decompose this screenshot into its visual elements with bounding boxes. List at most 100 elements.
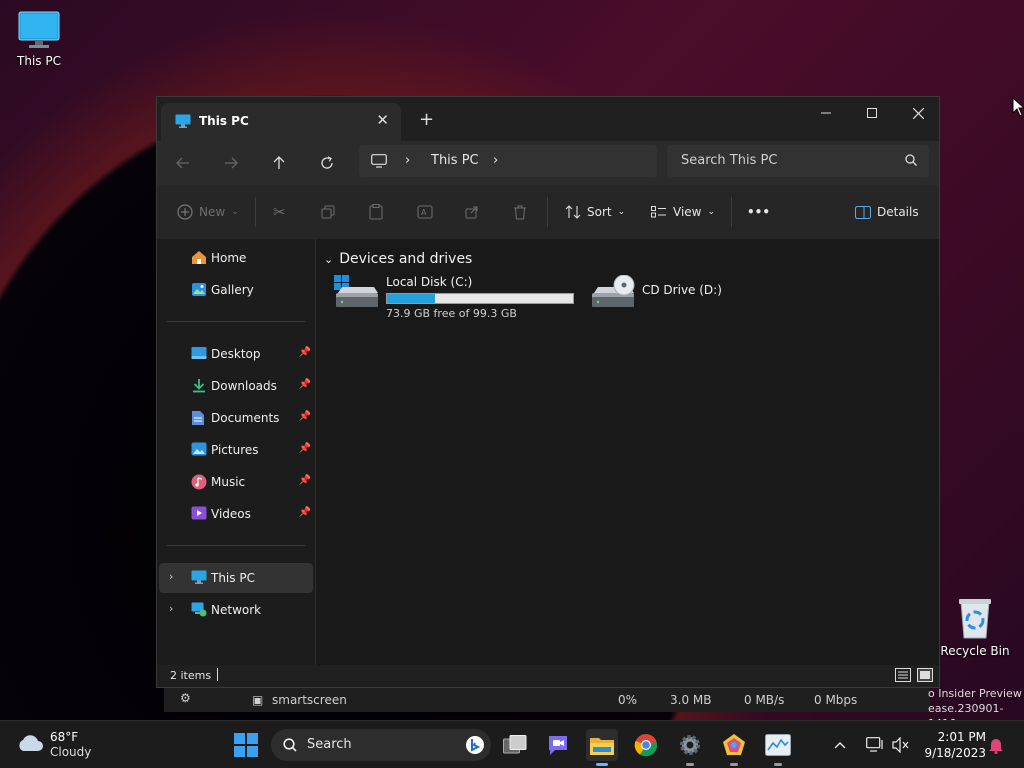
file-explorer-taskbar-button[interactable] bbox=[586, 729, 618, 761]
breadcrumb-this-pc[interactable]: This PC bbox=[431, 153, 479, 168]
title-bar[interactable]: This PC ✕ + bbox=[157, 97, 939, 141]
chevron-right-icon[interactable]: › bbox=[169, 602, 173, 615]
pin-icon[interactable]: 📌 bbox=[299, 379, 311, 390]
close-button[interactable] bbox=[895, 97, 941, 129]
drive-item-d[interactable]: CD Drive (D:) bbox=[590, 275, 730, 319]
address-bar[interactable]: › This PC › bbox=[359, 145, 657, 177]
tab-label: This PC bbox=[199, 114, 249, 128]
chevron-right-icon[interactable]: › bbox=[169, 570, 173, 583]
show-hidden-icons-button[interactable] bbox=[828, 729, 852, 761]
details-view-icon[interactable] bbox=[895, 668, 911, 682]
sidebar-item-music[interactable]: Music 📌 bbox=[159, 467, 313, 497]
drive-usage-bar bbox=[386, 293, 574, 304]
chrome-button[interactable] bbox=[630, 729, 662, 761]
search-label: Search bbox=[307, 737, 352, 752]
pin-icon[interactable]: 📌 bbox=[299, 411, 311, 422]
cut-button[interactable]: ✂ bbox=[273, 200, 286, 224]
separator bbox=[547, 197, 548, 227]
sidebar-item-videos[interactable]: Videos 📌 bbox=[159, 499, 313, 529]
rename-button[interactable]: A bbox=[417, 200, 433, 224]
details-pane-icon bbox=[855, 205, 871, 219]
task-name: smartscreen bbox=[272, 693, 347, 707]
arrow-up-icon bbox=[273, 156, 285, 169]
tab-close-icon[interactable]: ✕ bbox=[376, 111, 389, 129]
back-button[interactable] bbox=[169, 151, 197, 175]
refresh-icon bbox=[321, 156, 333, 169]
separator bbox=[731, 197, 732, 227]
details-button[interactable]: Details bbox=[855, 200, 919, 224]
settings-button[interactable] bbox=[674, 729, 706, 761]
teams-chat-button[interactable] bbox=[542, 729, 574, 761]
sidebar-item-label: Pictures bbox=[211, 443, 259, 457]
new-button[interactable]: New ⌄ bbox=[177, 200, 239, 224]
forward-button[interactable] bbox=[217, 151, 245, 175]
task-cpu: 0% bbox=[618, 693, 638, 707]
task-icon: ▣ bbox=[252, 693, 264, 707]
task-manager-button[interactable] bbox=[762, 729, 794, 761]
network-status-button[interactable] bbox=[862, 729, 888, 761]
paste-button[interactable] bbox=[369, 200, 383, 224]
sidebar-item-pictures[interactable]: Pictures 📌 bbox=[159, 435, 313, 465]
monitor-outline-icon bbox=[371, 154, 387, 168]
sidebar-item-documents[interactable]: Documents 📌 bbox=[159, 403, 313, 433]
sidebar-item-home[interactable]: Home bbox=[159, 243, 313, 273]
view-list-icon bbox=[651, 206, 666, 218]
desktop-this-pc-icon[interactable]: This PC bbox=[1, 10, 77, 68]
tiles-view-icon[interactable] bbox=[917, 668, 933, 682]
drive-item-c[interactable]: Local Disk (C:) 73.9 GB free of 99.3 GB bbox=[334, 275, 584, 320]
new-tab-button[interactable]: + bbox=[419, 109, 434, 130]
status-bar: 2 items bbox=[157, 665, 939, 687]
taskbar-search[interactable]: Search bbox=[271, 729, 491, 761]
file-explorer-window: This PC ✕ + › This PC › Search This PC N… bbox=[156, 96, 940, 688]
delete-button[interactable] bbox=[513, 200, 527, 224]
pin-icon[interactable]: 📌 bbox=[299, 443, 311, 454]
chevron-right-icon[interactable]: › bbox=[493, 153, 498, 168]
maximize-button[interactable] bbox=[849, 97, 895, 129]
view-button[interactable]: View ⌄ bbox=[651, 200, 715, 224]
pin-icon[interactable]: 📌 bbox=[299, 475, 311, 486]
details-label: Details bbox=[877, 205, 919, 219]
sidebar-item-this-pc[interactable]: › This PC bbox=[159, 563, 313, 593]
task-view-button[interactable] bbox=[499, 729, 531, 761]
volume-muted-icon bbox=[892, 737, 909, 753]
pin-icon[interactable]: 📌 bbox=[299, 347, 311, 358]
desktop-recycle-bin-icon[interactable]: Recycle Bin bbox=[937, 596, 1013, 658]
sidebar-item-label: Home bbox=[211, 251, 247, 265]
plus-circle-icon bbox=[177, 204, 193, 220]
minimize-button[interactable] bbox=[803, 97, 849, 129]
task-network: 0 Mbps bbox=[814, 693, 858, 707]
search-icon bbox=[283, 738, 297, 752]
system-clock[interactable]: 2:01 PM 9/18/2023 bbox=[920, 729, 986, 761]
insider-line1: o Insider Preview bbox=[928, 687, 1022, 700]
more-options-button[interactable]: ••• bbox=[747, 200, 770, 224]
navigation-bar: › This PC › bbox=[157, 141, 939, 185]
home-icon bbox=[192, 251, 206, 264]
start-button[interactable] bbox=[230, 729, 262, 761]
sidebar-item-desktop[interactable]: Desktop 📌 bbox=[159, 339, 313, 369]
item-count: 2 items bbox=[170, 669, 212, 682]
sidebar-item-downloads[interactable]: Downloads 📌 bbox=[159, 371, 313, 401]
taskbar: 68°F Cloudy Search 2:01 PM 9/18/2023 bbox=[0, 720, 1024, 768]
notifications-button[interactable] bbox=[984, 729, 1008, 761]
nav-divider bbox=[167, 545, 305, 546]
pin-icon[interactable]: 📌 bbox=[299, 507, 311, 518]
cd-drive-icon bbox=[592, 275, 635, 307]
monitor-icon bbox=[175, 114, 191, 128]
copy-button[interactable] bbox=[321, 200, 335, 224]
separator bbox=[255, 197, 256, 227]
search-input[interactable] bbox=[679, 152, 893, 169]
up-button[interactable] bbox=[265, 151, 293, 175]
volume-button[interactable] bbox=[888, 729, 914, 761]
running-indicator bbox=[730, 763, 738, 766]
search-box[interactable] bbox=[667, 145, 929, 177]
group-header[interactable]: ⌄ Devices and drives bbox=[324, 251, 472, 267]
folder-icon bbox=[590, 738, 614, 755]
sort-button[interactable]: Sort ⌄ bbox=[565, 200, 625, 224]
refresh-button[interactable] bbox=[313, 151, 341, 175]
sort-icon bbox=[565, 205, 581, 219]
sidebar-item-network[interactable]: › Network bbox=[159, 595, 313, 625]
app-button[interactable] bbox=[718, 729, 750, 761]
tab-this-pc[interactable]: This PC ✕ bbox=[161, 103, 401, 141]
share-button[interactable] bbox=[465, 200, 479, 224]
sidebar-item-gallery[interactable]: Gallery bbox=[159, 275, 313, 305]
